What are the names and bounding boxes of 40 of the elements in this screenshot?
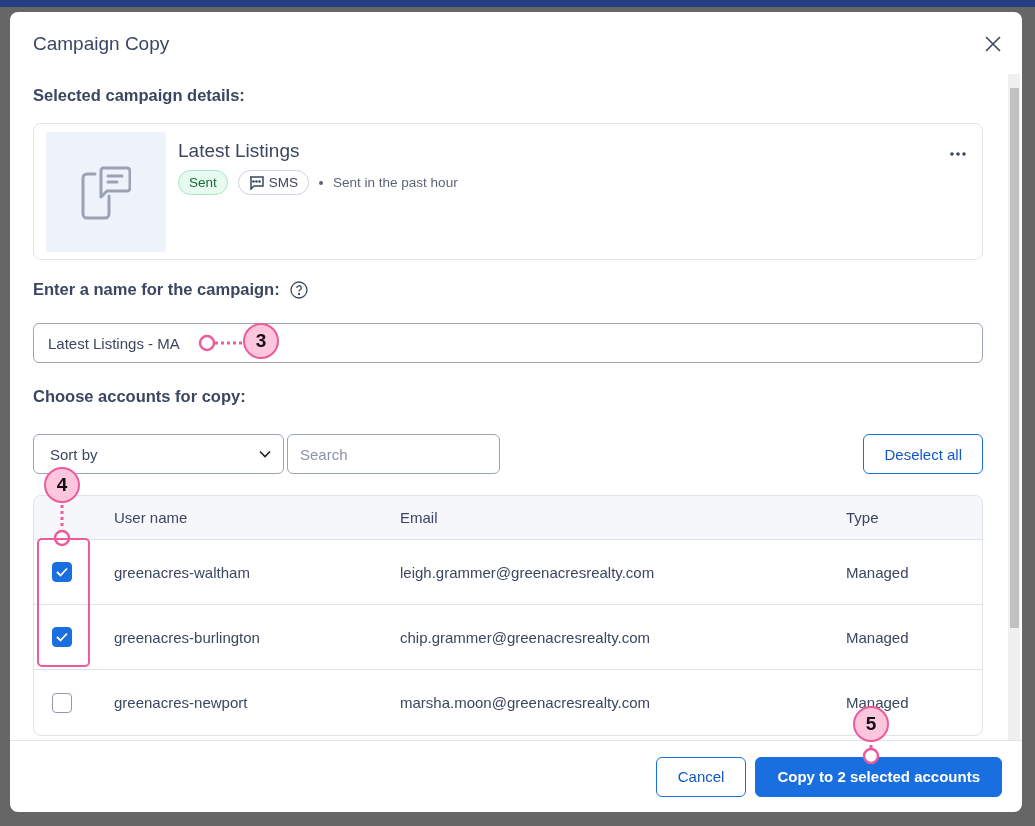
sort-dropdown[interactable]: Sort by <box>33 434 284 474</box>
row-checkbox[interactable] <box>52 692 72 713</box>
sent-info: Sent in the past hour <box>333 175 458 190</box>
scrollbar[interactable] <box>1008 74 1020 740</box>
cancel-button[interactable]: Cancel <box>655 756 747 797</box>
bullet-icon <box>319 180 324 185</box>
search-field[interactable]: Search <box>287 434 500 474</box>
column-header: User name <box>114 509 189 526</box>
table-cell-text: Managed <box>846 628 910 646</box>
close-icon <box>985 36 1001 52</box>
callout-leader <box>862 745 880 765</box>
table-cell-text: greenacres-newport <box>114 694 249 711</box>
field-label: Enter a name for the campaign: <box>33 280 280 299</box>
dialog-title: Campaign Copy <box>33 33 170 55</box>
callout-leader <box>198 334 244 352</box>
more-icon <box>950 152 966 156</box>
table-cell-text: greenacres-waltham <box>114 563 251 581</box>
chat-icon <box>248 175 264 190</box>
channel-label: SMS <box>268 175 299 190</box>
row-checkbox[interactable] <box>52 627 72 647</box>
status-badge: Sent <box>178 170 228 195</box>
chevron-down-icon <box>259 450 271 458</box>
table-cell-text: leigh.grammer@greenacresrealty.com <box>400 563 656 581</box>
callout-badge: 3 <box>243 323 279 359</box>
row-checkbox[interactable] <box>52 562 72 582</box>
column-header: Email <box>400 509 439 526</box>
table-cell-text: chip.grammer@greenacresrealty.com <box>400 628 652 646</box>
column-header: Type <box>846 509 880 526</box>
section-label: Selected campaign details: <box>33 86 246 105</box>
table-cell-text: Managed <box>846 563 910 581</box>
campaign-name: Latest Listings <box>178 140 301 162</box>
help-icon[interactable] <box>289 280 308 299</box>
table-cell-text: marsha.moon@greenacresrealty.com <box>400 694 652 711</box>
deselect-all-button[interactable]: Deselect all <box>863 434 983 474</box>
table-cell-text: greenacres-burlington <box>114 628 261 646</box>
check-icon <box>56 632 68 642</box>
phone-message-icon <box>81 164 131 220</box>
copy-button[interactable]: Copy to 2 selected accounts <box>755 756 1002 797</box>
check-icon <box>56 567 68 577</box>
section-label: Choose accounts for copy: <box>33 387 247 406</box>
